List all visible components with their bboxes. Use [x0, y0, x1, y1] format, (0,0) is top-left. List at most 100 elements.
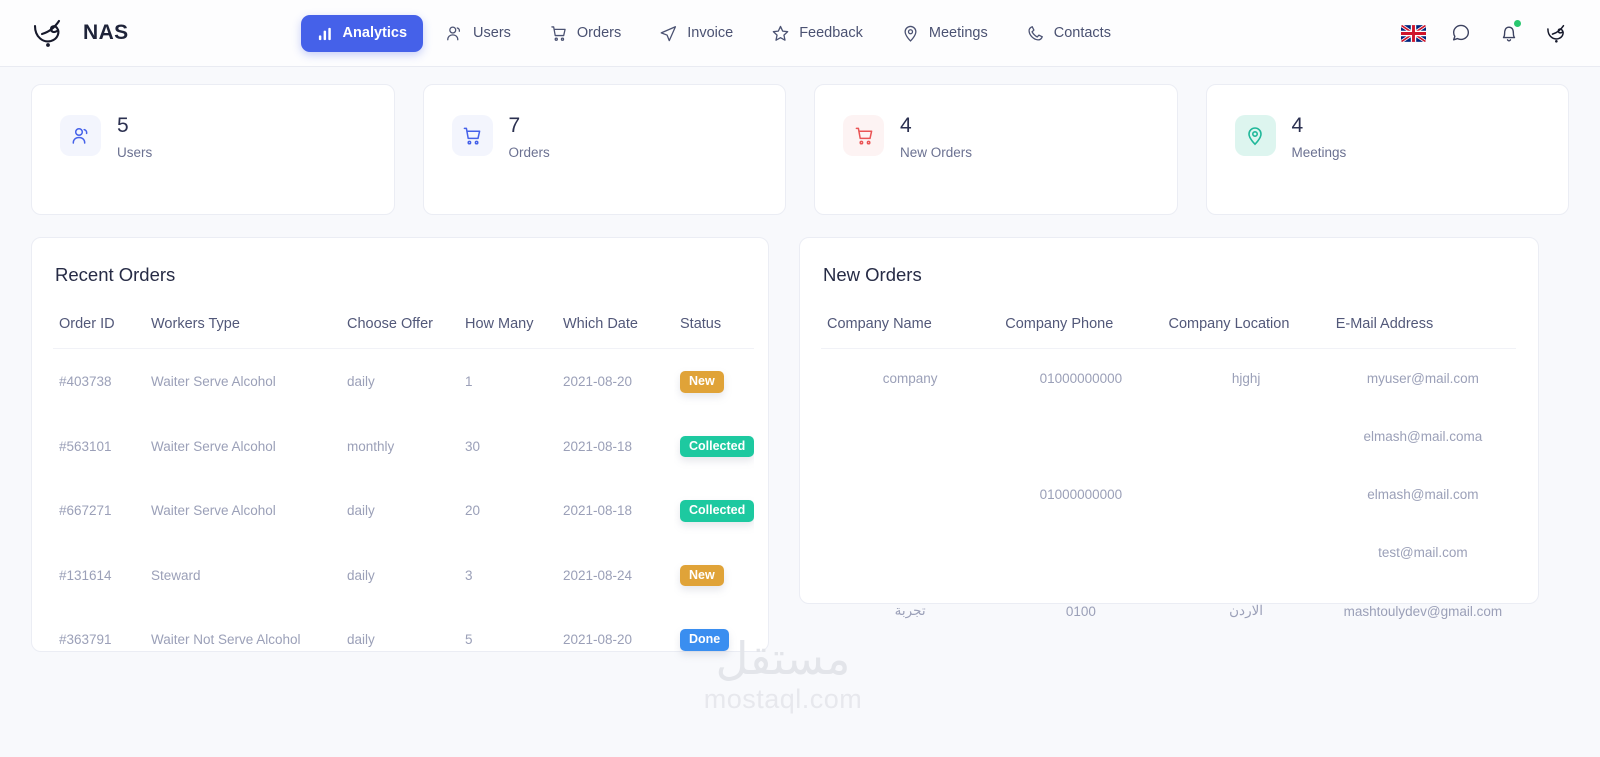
new-orders-title: New Orders	[823, 264, 922, 285]
navbar-utility-group	[1401, 20, 1570, 46]
nav-item-invoice[interactable]: Invoice	[643, 14, 749, 53]
cell-which-date: 2021-08-20	[563, 632, 633, 648]
cell-company-name[interactable]	[821, 407, 999, 465]
table-row[interactable]: 01000000000 elmash@mail.com	[821, 465, 1516, 523]
notification-unread-dot	[1514, 20, 1521, 27]
shopping-cart-icon	[451, 115, 493, 156]
cell-order-id[interactable]: #667271	[53, 478, 145, 543]
bell-icon[interactable]	[1496, 20, 1522, 46]
cell-choose-offer: daily	[347, 567, 375, 583]
cell-company-location: الاردن	[1229, 603, 1264, 618]
column-header-company-phone: Company Phone	[999, 302, 1163, 349]
stat-label-orders: Orders	[508, 145, 550, 161]
cell-how-many: 3	[465, 567, 473, 583]
table-row[interactable]: #403738 Waiter Serve Alcohol daily 1 202…	[53, 349, 754, 414]
column-header-company-location: Company Location	[1162, 302, 1330, 349]
cell-status: New	[674, 349, 754, 414]
shopping-cart-icon	[843, 115, 884, 156]
star-icon	[771, 24, 790, 43]
cell-company-name[interactable]: company	[821, 349, 999, 408]
stat-value-new-orders: 4	[900, 114, 912, 137]
cell-workers-type: Waiter Serve Alcohol	[151, 374, 276, 390]
nav-item-users[interactable]: Users	[429, 14, 527, 53]
cell-company-location	[1162, 407, 1329, 465]
users-icon	[445, 24, 464, 43]
recent-orders-table: Order ID Workers Type Choose Offer How M…	[53, 302, 754, 672]
column-header-workers-type: Workers Type	[145, 302, 341, 349]
nas-calligraphy-logo-icon	[28, 13, 70, 53]
cell-order-id[interactable]: #563101	[53, 414, 145, 479]
avatar[interactable]	[1544, 20, 1570, 46]
cell-workers-type: Steward	[151, 567, 201, 583]
cell-which-date: 2021-08-24	[563, 567, 633, 583]
status-badge: Collected	[680, 500, 754, 522]
nav-item-meetings[interactable]: Meetings	[885, 14, 1004, 53]
nav-label-orders: Orders	[576, 25, 622, 41]
cell-email-address: myuser@mail.com	[1366, 371, 1479, 386]
stat-value-users: 5	[117, 114, 129, 137]
status-badge: New	[680, 564, 724, 586]
uk-flag-icon[interactable]	[1401, 24, 1426, 42]
stat-label-meetings: Meetings	[1291, 145, 1347, 161]
table-row[interactable]: #667271 Waiter Serve Alcohol daily 20 20…	[53, 478, 754, 543]
table-row[interactable]: #131614 Steward daily 3 2021-08-24 New	[53, 543, 754, 608]
nav-item-feedback[interactable]: Feedback	[755, 14, 879, 53]
cell-choose-offer: monthly	[347, 438, 395, 454]
cell-which-date: 2021-08-18	[563, 438, 633, 454]
table-row[interactable]: elmash@mail.coma	[821, 407, 1516, 465]
cell-company-phone	[999, 407, 1162, 465]
shopping-cart-icon	[549, 24, 568, 43]
chat-bubble-icon[interactable]	[1448, 20, 1474, 46]
column-header-email-address: E-Mail Address	[1329, 302, 1516, 349]
table-row[interactable]: test@mail.com	[821, 523, 1516, 581]
cell-how-many: 30	[465, 438, 481, 454]
stat-label-new-orders: New Orders	[900, 145, 973, 161]
cell-company-location	[1162, 465, 1329, 523]
cell-order-id[interactable]: #403738	[53, 349, 145, 414]
cell-company-phone: 0100	[1065, 603, 1096, 619]
column-header-order-id: Order ID	[53, 302, 145, 349]
cell-order-id[interactable]: #363791	[53, 607, 145, 672]
stat-card-users[interactable]: 5 Users	[31, 84, 395, 215]
nav-item-contacts[interactable]: Contacts	[1010, 14, 1127, 53]
cell-company-name[interactable]: تجربة	[821, 581, 999, 640]
column-header-how-many: How Many	[459, 302, 557, 349]
cell-email-address: mashtoulydev@gmail.com	[1343, 603, 1503, 619]
nav-label-meetings: Meetings	[928, 25, 988, 41]
cell-company-name[interactable]	[821, 465, 999, 523]
nav-label-contacts: Contacts	[1053, 25, 1111, 41]
cell-order-id[interactable]: #131614	[53, 543, 145, 608]
cell-company-name[interactable]	[821, 523, 999, 581]
recent-orders-title: Recent Orders	[55, 264, 176, 285]
brand-name: NAS	[83, 21, 129, 44]
recent-orders-panel: Recent Orders Order ID Workers Type Choo…	[31, 237, 769, 652]
table-row[interactable]: تجربة 0100 الاردن mashtoulydev@gmail.com	[821, 581, 1516, 640]
cell-how-many: 5	[465, 632, 473, 648]
cell-workers-type: Waiter Not Serve Alcohol	[151, 632, 301, 648]
column-header-which-date: Which Date	[557, 302, 674, 349]
cell-status: Done	[674, 607, 754, 672]
dashboard-panels: Recent Orders Order ID Workers Type Choo…	[0, 215, 1600, 652]
bar-chart-icon	[317, 25, 334, 42]
users-icon	[60, 115, 101, 156]
cell-email-address: elmash@mail.com	[1367, 487, 1479, 502]
stat-value-meetings: 4	[1291, 114, 1304, 137]
stat-card-meetings[interactable]: 4 Meetings	[1205, 84, 1569, 215]
brand-logo[interactable]: NAS	[28, 13, 129, 53]
stat-card-new-orders[interactable]: 4 New Orders	[814, 84, 1178, 215]
cell-which-date: 2021-08-18	[563, 503, 633, 519]
table-row[interactable]: #363791 Waiter Not Serve Alcohol daily 5…	[53, 607, 754, 672]
nav-label-feedback: Feedback	[799, 25, 863, 41]
cell-workers-type: Waiter Serve Alcohol	[151, 503, 276, 519]
column-header-company-name: Company Name	[821, 302, 1000, 349]
phone-icon	[1026, 24, 1045, 43]
stat-card-orders[interactable]: 7 Orders	[422, 84, 786, 215]
nav-item-orders[interactable]: Orders	[533, 14, 637, 53]
cell-workers-type: Waiter Serve Alcohol	[151, 438, 276, 454]
nav-item-analytics[interactable]: Analytics	[300, 14, 424, 52]
nav-label-users: Users	[473, 25, 511, 41]
table-row[interactable]: company 01000000000 hjghj myuser@mail.co…	[821, 349, 1516, 408]
cell-how-many: 20	[465, 503, 481, 519]
cell-choose-offer: daily	[347, 632, 375, 648]
table-row[interactable]: #563101 Waiter Serve Alcohol monthly 30 …	[53, 414, 754, 479]
